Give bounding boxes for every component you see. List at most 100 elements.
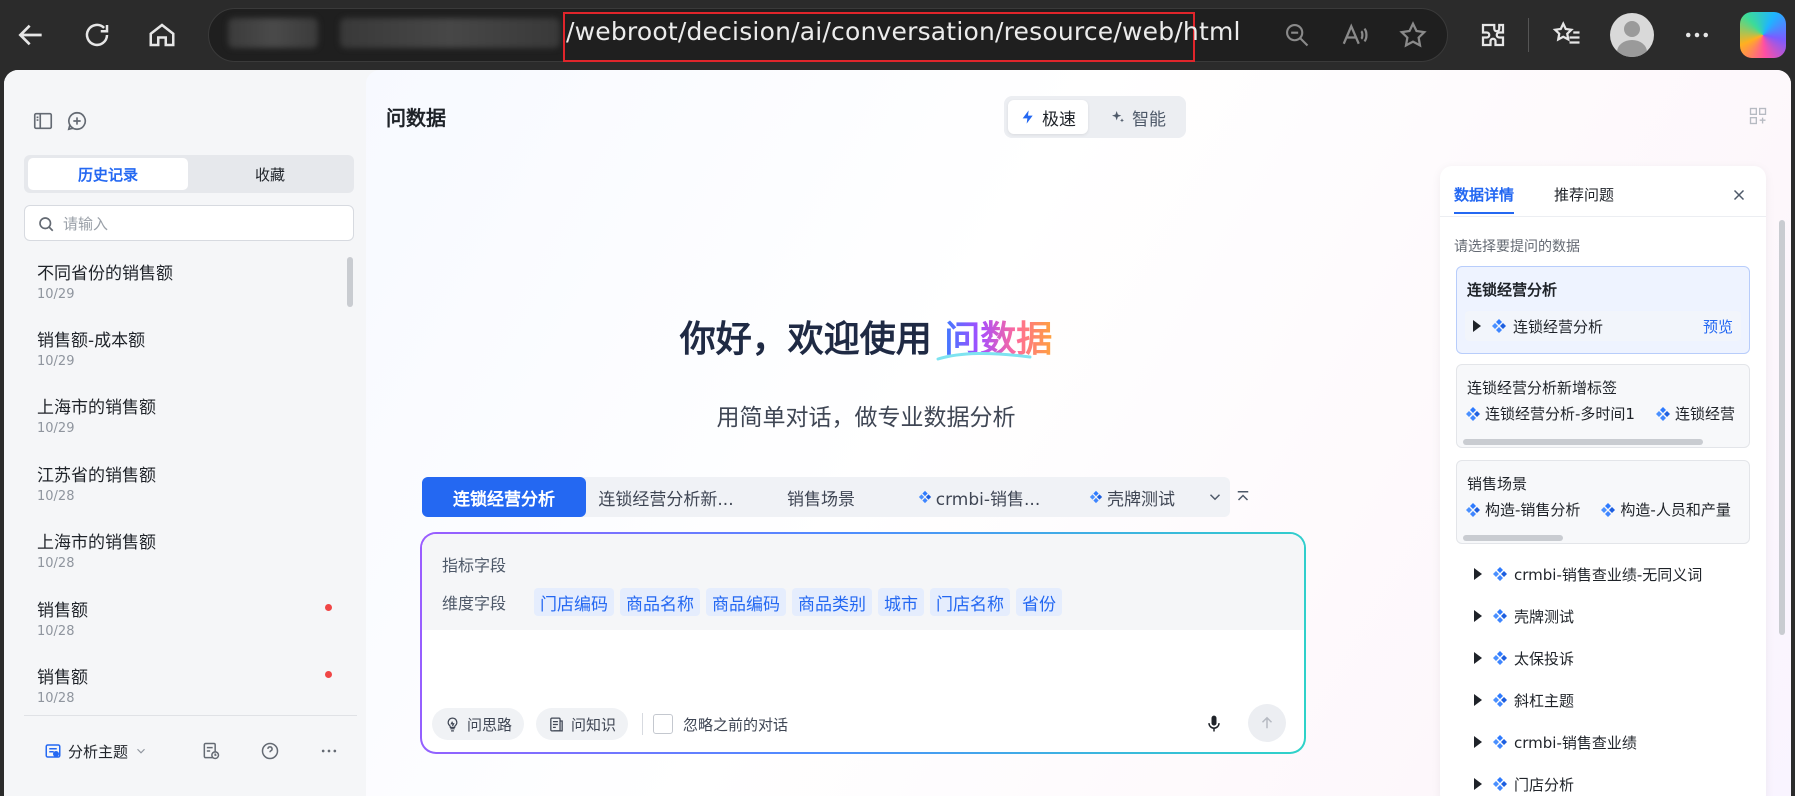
send-button[interactable]: [1248, 704, 1286, 742]
dataset-card-items: 构造-销售分析 构造-人员和产量: [1465, 499, 1749, 520]
history-item-title: 销售额: [37, 668, 88, 688]
expand-arrow-icon[interactable]: [1474, 736, 1482, 748]
microphone-icon[interactable]: [1204, 714, 1224, 734]
preview-link[interactable]: 预览: [1703, 316, 1733, 337]
history-item[interactable]: 上海市的销售额 10/28: [24, 524, 344, 582]
mode-fast-button[interactable]: 极速: [1008, 100, 1088, 134]
dataset-tree-label: 太保投诉: [1514, 649, 1575, 668]
dimension-chip[interactable]: 门店编码: [534, 588, 614, 616]
history-item[interactable]: 销售额 10/28: [24, 659, 344, 717]
expand-arrow-icon[interactable]: [1473, 320, 1481, 332]
card-horizontal-scrollbar[interactable]: [1463, 535, 1563, 541]
tab-history[interactable]: 历史记录: [28, 158, 188, 190]
history-item-date: 10/28: [37, 691, 75, 706]
new-chat-icon[interactable]: [66, 110, 88, 132]
refresh-icon[interactable]: [76, 14, 118, 56]
dataset-diamond-icon: [1493, 693, 1507, 707]
home-icon[interactable]: [141, 14, 183, 56]
dimension-chip[interactable]: 商品名称: [620, 588, 700, 616]
dataset-tree-item[interactable]: crmbi-销售查业绩-无同义词: [1474, 561, 1702, 587]
book-icon: [548, 716, 565, 733]
dimension-chip[interactable]: 商品编码: [706, 588, 786, 616]
zoom-out-icon[interactable]: [1276, 14, 1318, 56]
ignore-history-label: 忽略之前的对话: [683, 715, 789, 734]
history-item[interactable]: 不同省份的销售额 10/29: [24, 255, 344, 313]
dataset-tree-item[interactable]: 门店分析: [1474, 771, 1574, 796]
dataset-tree-label: crmbi-销售查业绩: [1514, 733, 1637, 752]
dimension-chip[interactable]: 省份: [1016, 588, 1062, 616]
mode-smart-button[interactable]: 智能: [1098, 100, 1178, 134]
read-aloud-icon[interactable]: [1334, 14, 1376, 56]
tab-favorites[interactable]: 收藏: [190, 158, 350, 190]
extensions-icon[interactable]: [1472, 14, 1514, 56]
expand-arrow-icon[interactable]: [1474, 610, 1482, 622]
dataset-tab[interactable]: 连锁经营分析: [422, 477, 586, 517]
ask-approach-button[interactable]: 问思路: [432, 708, 525, 740]
app-frame: 历史记录 收藏 不同省份的销售额 10/29 销售额-成本额 10/29: [0, 70, 1795, 796]
toggle-sidebar-icon[interactable]: [32, 110, 54, 132]
help-icon[interactable]: [259, 740, 281, 762]
dataset-item[interactable]: 连锁经营分析-多时间1: [1465, 403, 1635, 424]
dataset-item[interactable]: 构造-销售分析: [1465, 499, 1580, 520]
ask-knowledge-button[interactable]: 问知识: [536, 708, 629, 740]
favorite-star-icon[interactable]: [1392, 14, 1434, 56]
dataset-card-selected[interactable]: 连锁经营分析 连锁经营分析 预览: [1456, 266, 1750, 354]
history-item-title: 销售额: [37, 601, 88, 621]
dataset-item[interactable]: 构造-人员和产量: [1600, 499, 1731, 520]
dataset-tab-label: 壳牌测试: [1107, 489, 1175, 510]
dataset-tree-item[interactable]: crmbi-销售查业绩: [1474, 729, 1637, 755]
history-clock-icon[interactable]: [200, 740, 222, 762]
more-options-icon[interactable]: [1676, 14, 1718, 56]
history-item[interactable]: 上海市的销售额 10/29: [24, 389, 344, 447]
expand-arrow-icon[interactable]: [1474, 652, 1482, 664]
history-item-title: 不同省份的销售额: [37, 264, 173, 284]
dimension-chip[interactable]: 商品类别: [792, 588, 872, 616]
history-item[interactable]: 销售额 10/28: [24, 592, 344, 650]
dataset-tab[interactable]: 壳牌测试: [1062, 477, 1202, 517]
dimension-chips: 门店编码 商品名称 商品编码 商品类别 城市 门店名称 省份: [534, 588, 1062, 616]
copilot-icon[interactable]: [1740, 12, 1786, 58]
history-item[interactable]: 销售额-成本额 10/29: [24, 322, 344, 380]
panel-hint: 请选择要提问的数据: [1454, 239, 1580, 255]
history-item-date: 10/28: [37, 489, 75, 504]
profile-avatar[interactable]: [1610, 13, 1654, 57]
dataset-tree-item[interactable]: 太保投诉: [1474, 645, 1574, 671]
history-item[interactable]: 江苏省的销售额 10/28: [24, 457, 344, 515]
tab-data-detail[interactable]: 数据详情: [1454, 184, 1514, 205]
dataset-item[interactable]: 连锁经营: [1655, 403, 1735, 424]
collapse-up-icon[interactable]: [1234, 488, 1252, 506]
more-icon[interactable]: [318, 740, 340, 762]
dataset-card-items: 连锁经营分析-多时间1 连锁经营: [1465, 403, 1749, 424]
chat-input-inner[interactable]: 指标字段 维度字段 门店编码 商品名称 商品编码 商品类别 城市 门店名称 省份: [422, 534, 1304, 752]
panel-scrollbar[interactable]: [1779, 220, 1785, 635]
search-icon: [37, 215, 55, 233]
dataset-tab[interactable]: 连锁经营分析新...: [586, 477, 746, 517]
history-item-title: 上海市的销售额: [37, 398, 156, 418]
dataset-tree-item[interactable]: 壳牌测试: [1474, 603, 1574, 629]
dataset-tree-item[interactable]: 斜杠主题: [1474, 687, 1574, 713]
favorites-list-icon[interactable]: [1546, 14, 1588, 56]
expand-arrow-icon[interactable]: [1474, 694, 1482, 706]
dimension-chip[interactable]: 城市: [878, 588, 924, 616]
close-icon[interactable]: [1730, 186, 1748, 204]
card-horizontal-scrollbar[interactable]: [1463, 439, 1703, 445]
dataset-card-row[interactable]: 连锁经营分析 预览: [1465, 311, 1741, 341]
dataset-card[interactable]: 连锁经营分析新增标签 连锁经营分析-多时间1 连锁经营: [1456, 364, 1750, 448]
analysis-topic-selector[interactable]: 分析主题: [44, 738, 148, 764]
expand-arrow-icon[interactable]: [1474, 778, 1482, 790]
expand-arrow-icon[interactable]: [1474, 568, 1482, 580]
ignore-history-checkbox[interactable]: [653, 714, 674, 734]
search-input[interactable]: [63, 212, 343, 236]
dataset-tab[interactable]: 销售场景: [746, 477, 896, 517]
history-scrollbar[interactable]: [347, 257, 353, 307]
dimension-chip[interactable]: 门店名称: [930, 588, 1010, 616]
tab-recommended-questions[interactable]: 推荐问题: [1554, 184, 1614, 205]
chevron-down-icon[interactable]: [1206, 488, 1224, 506]
layout-icon[interactable]: [1748, 106, 1768, 126]
dataset-card[interactable]: 销售场景 构造-销售分析 构造-人员和产量: [1456, 460, 1750, 544]
dataset-diamond-icon: [1466, 406, 1480, 421]
back-icon[interactable]: [10, 14, 52, 56]
url-text[interactable]: /webroot/decision/ai/conversation/resour…: [566, 17, 1241, 46]
dataset-diamond-icon: [1493, 735, 1507, 749]
dataset-tab[interactable]: crmbi-销售...: [896, 477, 1062, 517]
